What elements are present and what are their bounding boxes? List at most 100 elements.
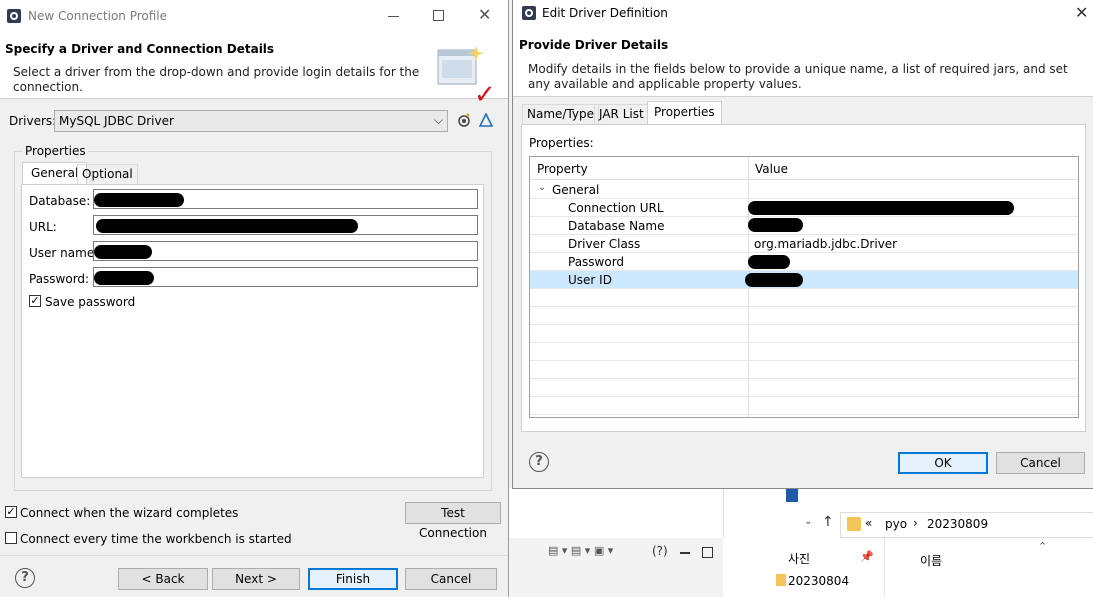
help-icon[interactable]: ? — [15, 568, 35, 588]
ok-button[interactable]: OK — [898, 452, 988, 474]
user-name-label: User name: — [29, 246, 99, 260]
properties-tab-panel: Properties: Property Value ⌄ General Con… — [521, 124, 1086, 432]
url-label: URL: — [29, 220, 57, 234]
nav-item-pictures[interactable]: 사진 — [788, 550, 810, 567]
minimize-icon[interactable] — [680, 552, 690, 554]
database-redacted — [94, 193, 184, 207]
address-bar[interactable]: « pyo › 20230809 — [840, 512, 1093, 538]
right-header-desc-1: Modify details in the fields below to pr… — [528, 62, 1068, 76]
right-header-desc-2: any available and applicable property va… — [528, 77, 802, 91]
left-window-title: New Connection Profile — [28, 9, 168, 23]
test-connection-button[interactable]: Test Connection — [405, 502, 501, 540]
edit-driver-dialog: Edit Driver Definition ✕ Provide Driver … — [512, 0, 1093, 489]
cancel-button[interactable]: Cancel — [996, 452, 1085, 474]
folder-icon — [847, 517, 861, 531]
database-input[interactable] — [93, 189, 478, 209]
properties-table: Property Value ⌄ General Connection URL … — [529, 156, 1079, 418]
properties-label: Properties: — [529, 136, 594, 150]
password-input[interactable] — [93, 267, 478, 287]
tab-optional[interactable]: Optional — [77, 164, 138, 185]
row-value-redacted — [745, 273, 803, 287]
row-property: User ID — [568, 273, 612, 287]
address-bar-row: ⌄ ↑ « pyo › 20230809 — [766, 510, 1093, 538]
column-name-header[interactable]: 이름 — [920, 552, 942, 569]
maximize-icon[interactable] — [702, 547, 713, 558]
user-name-input[interactable] — [93, 241, 478, 261]
connect-every-time-label: Connect every time the workbench is star… — [20, 532, 292, 546]
empty-row — [530, 289, 1078, 307]
red-checkmark-icon: ✓ — [474, 80, 496, 110]
table-row[interactable]: Database Name — [530, 217, 1078, 235]
group-label: General — [552, 183, 600, 197]
row-property: Driver Class — [568, 237, 641, 251]
help-icon[interactable]: ? — [529, 452, 549, 472]
eclipse-app-icon — [521, 5, 537, 21]
chevron-down-icon[interactable]: ⌄ — [804, 516, 812, 527]
password-label: Password: — [29, 272, 90, 286]
right-header-title: Provide Driver Details — [519, 38, 669, 52]
table-row[interactable]: Driver Class org.mariadb.jdbc.Driver — [530, 235, 1078, 253]
pin-icon[interactable]: 📌 — [860, 550, 874, 563]
drivers-dropdown[interactable]: MySQL JDBC Driver ⌵ — [54, 110, 448, 132]
column-value[interactable]: Value — [755, 162, 788, 176]
left-header-desc-1: Select a driver from the drop-down and p… — [13, 65, 420, 79]
table-header: Property Value — [530, 157, 1078, 180]
left-header: Specify a Driver and Connection Details … — [0, 32, 508, 110]
row-property: Password — [568, 255, 625, 269]
tab-properties[interactable]: Properties — [647, 101, 722, 125]
chevron-down-icon[interactable]: ⌄ — [538, 182, 546, 193]
minimize-button[interactable] — [388, 16, 399, 17]
path-arrow: › — [913, 516, 918, 530]
row-property: Connection URL — [568, 201, 664, 215]
column-property[interactable]: Property — [537, 162, 588, 176]
back-button[interactable]: < Back — [118, 568, 208, 590]
tab-name-type[interactable]: Name/Type — [522, 104, 600, 125]
toolbar-icons[interactable]: ▤ ▾ ▤ ▾ ▣ ▾ — [548, 544, 613, 557]
folder-item-icon — [776, 574, 786, 586]
next-button[interactable]: Next > — [212, 568, 300, 590]
close-button[interactable]: ✕ — [1075, 3, 1088, 22]
maximize-button[interactable] — [433, 10, 444, 21]
sort-chevron-icon: ⌃ — [1038, 540, 1048, 553]
url-input[interactable] — [93, 215, 478, 235]
row-value: org.mariadb.jdbc.Driver — [754, 237, 898, 251]
path-20230809[interactable]: 20230809 — [927, 517, 988, 531]
tree-group-general[interactable]: ⌄ General — [530, 181, 1078, 199]
right-window-title: Edit Driver Definition — [542, 6, 668, 20]
properties-group-label: Properties — [23, 144, 88, 158]
save-password-checkbox[interactable]: ✓ — [29, 295, 41, 307]
left-footer-divider — [0, 555, 508, 556]
eclipse-app-icon — [6, 8, 22, 24]
table-row-selected[interactable]: User ID — [530, 271, 1078, 289]
path-sep: « — [865, 516, 873, 530]
cancel-button[interactable]: Cancel — [405, 568, 497, 590]
close-button[interactable]: ✕ — [478, 5, 491, 24]
drivers-selected-value: MySQL JDBC Driver — [59, 114, 174, 128]
nav-divider — [884, 538, 885, 597]
empty-row — [530, 343, 1078, 361]
new-driver-icon[interactable] — [457, 113, 471, 127]
empty-row — [530, 325, 1078, 343]
path-pyo[interactable]: pyo — [885, 517, 907, 531]
row-value-redacted — [748, 255, 790, 269]
table-row[interactable]: Connection URL — [530, 199, 1078, 217]
empty-row — [530, 307, 1078, 325]
connect-when-complete-label: Connect when the wizard completes — [20, 506, 239, 520]
background-panel — [508, 488, 724, 538]
finish-button[interactable]: Finish — [308, 568, 398, 590]
save-password-label: Save password — [45, 295, 136, 309]
tab-jar-list[interactable]: JAR List — [594, 104, 649, 125]
new-connection-dialog: New Connection Profile ✕ Specify a Drive… — [0, 0, 509, 597]
toolbar-question[interactable]: (?) — [652, 544, 668, 558]
left-header-desc-2: connection. — [13, 80, 83, 94]
connect-every-time-checkbox[interactable] — [5, 532, 17, 544]
connect-when-complete-checkbox[interactable]: ✓ — [5, 506, 17, 518]
empty-row — [530, 361, 1078, 379]
background-area: (?) ▤ ▾ ▤ ▾ ▣ ▾ ⌄ ↑ « pyo › 20230809 사진 … — [508, 488, 1093, 597]
up-arrow-icon[interactable]: ↑ — [822, 514, 834, 530]
ribbon-blue-mark — [786, 488, 798, 502]
database-label: Database: — [29, 194, 91, 208]
table-row[interactable]: Password — [530, 253, 1078, 271]
nav-item-20230804[interactable]: 20230804 — [788, 574, 849, 588]
edit-driver-icon[interactable] — [478, 112, 494, 127]
